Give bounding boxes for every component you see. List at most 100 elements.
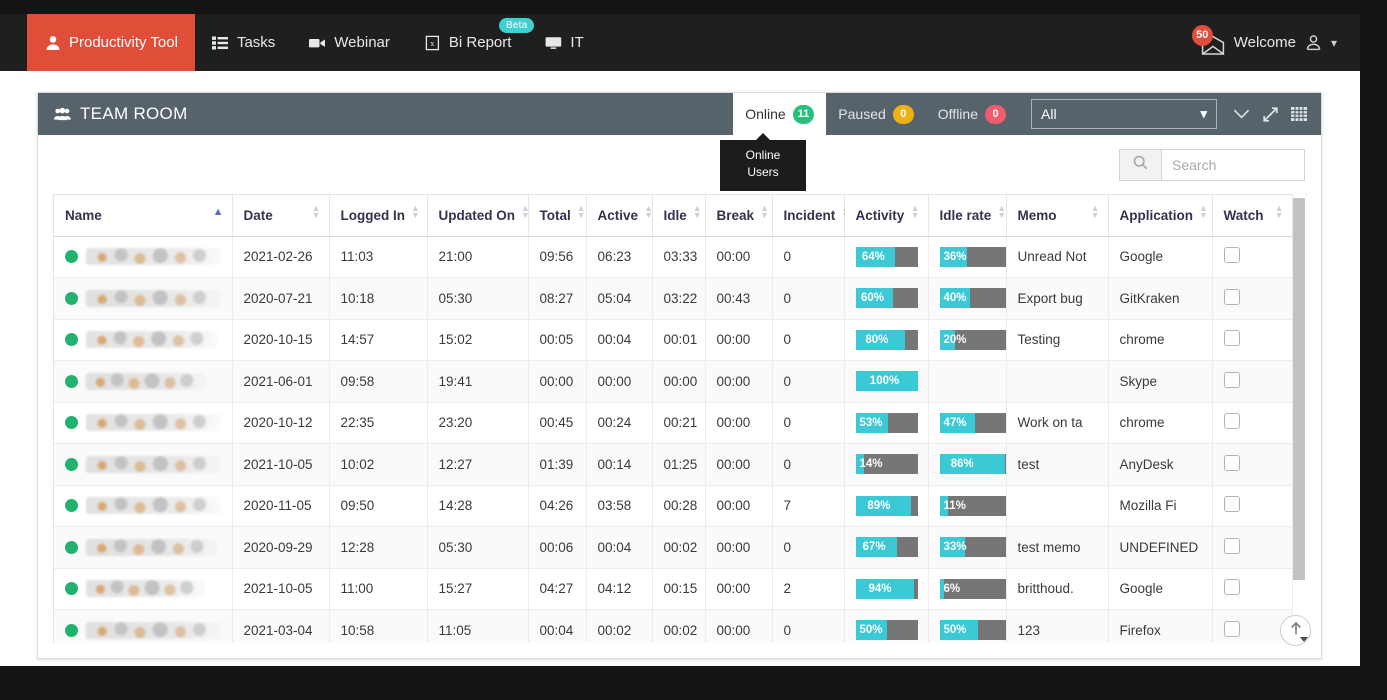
cell-total: 04:27 (528, 568, 587, 610)
cell-idle-rate: 20% (928, 319, 1007, 361)
watch-checkbox[interactable] (1223, 496, 1240, 513)
watch-checkbox[interactable] (1223, 288, 1240, 305)
column-header-total[interactable]: Total ▲ ▼ (528, 195, 587, 237)
collapse-chevron-icon[interactable] (1233, 108, 1250, 120)
cell-date: 2020-10-15 (232, 319, 330, 361)
cell-activity: 94% (844, 568, 929, 610)
column-header-memo[interactable]: Memo ▲ ▼ (1006, 195, 1109, 237)
cell-break: 00:00 (705, 402, 773, 444)
cell-activity-bar: 89% (855, 495, 918, 516)
watch-checkbox[interactable] (1223, 454, 1240, 471)
cell-idle: 00:02 (652, 526, 706, 569)
cell-idle-rate: 86% (928, 443, 1007, 486)
cell-name (54, 402, 233, 444)
cell-logged-in: 10:58 (329, 609, 428, 643)
cell-updated-on: 14:28 (427, 485, 529, 527)
cell-break: 00:43 (705, 277, 773, 320)
column-header-watch[interactable]: Watch ▲ ▼ (1212, 195, 1293, 237)
caret-down-mini-icon (1300, 637, 1308, 642)
table-row[interactable]: 2021-06-01 09:58 19:41 00:00 00:00 00:00 00:00… (54, 360, 1293, 403)
cell-activity: 100% (844, 360, 929, 403)
group-filter-select[interactable]: All ▾ (1031, 99, 1217, 129)
table-toolbar (38, 135, 1321, 194)
column-header-incident[interactable]: Incident ▲▼ (772, 195, 850, 237)
cell-activity: 67% (844, 526, 929, 569)
account-avatar-icon[interactable] (1305, 34, 1322, 51)
grid-view-icon[interactable] (1291, 107, 1307, 121)
cell-idle-rate-bar: 20% (939, 329, 1005, 350)
team-table-scroll-area[interactable]: Name ▲ Date ▲▼ Logged In ▲▼ Updated On (53, 194, 1308, 643)
bar-label: 11% (943, 499, 966, 512)
cell-logged-in: 10:02 (329, 443, 428, 486)
user-icon (44, 34, 61, 51)
cell-incident: 0 (772, 402, 845, 444)
top-navbar: Productivity Tool Tasks Webinar x Bi Rep… (0, 14, 1360, 80)
watch-checkbox[interactable] (1223, 620, 1240, 637)
status-tab-online[interactable]: Online 11 (733, 93, 827, 143)
cell-activity: 80% (844, 319, 929, 361)
bar-label: 86% (950, 458, 974, 471)
watch-checkbox[interactable] (1223, 579, 1240, 596)
search-input[interactable] (1161, 148, 1305, 181)
table-row[interactable]: 2021-02-26 11:03 21:00 09:56 06:23 03:33 00:00… (54, 236, 1293, 278)
column-header-activity[interactable]: Activity ▲ ▼ (844, 195, 929, 237)
table-row[interactable]: 2020-10-12 22:35 23:20 00:45 00:24 00:21 00:00… (54, 402, 1293, 444)
cell-updated-on: 19:41 (427, 360, 529, 403)
cell-idle: 01:25 (652, 443, 706, 486)
watch-checkbox[interactable] (1223, 537, 1240, 554)
table-row[interactable]: 2021-10-05 11:00 15:27 04:27 04:12 00:15 00:00… (54, 568, 1293, 610)
column-label: Total (539, 207, 571, 223)
cell-active: 00:00 (586, 360, 653, 403)
column-header-logged-in[interactable]: Logged In ▲ ▼ (329, 195, 428, 237)
table-row[interactable]: 2020-10-15 14:57 15:02 00:05 00:04 00:01 00:00… (54, 319, 1293, 361)
cell-idle: 00:01 (652, 319, 706, 361)
status-tab-paused[interactable]: Paused 0 (826, 93, 925, 135)
watch-checkbox[interactable] (1223, 371, 1240, 388)
svg-text:x: x (430, 39, 434, 48)
cell-activity: 53% (844, 402, 929, 444)
nav-tab-bi-report[interactable]: x Bi Report Beta (407, 14, 535, 71)
nav-tab-productivity-tool[interactable]: Productivity Tool (27, 14, 195, 80)
nav-tab-it[interactable]: IT (528, 14, 600, 71)
cell-break: 00:00 (705, 526, 773, 569)
column-header-active[interactable]: Active ▲ ▼ (586, 195, 653, 237)
nav-tab-webinar[interactable]: Webinar (292, 14, 407, 71)
column-header-idle-rate[interactable]: Idle rate ▲ ▼ (928, 195, 1007, 237)
table-row[interactable]: 2021-10-05 10:02 12:27 01:39 00:14 01:25 00:00… (54, 443, 1293, 486)
redacted-user-name (86, 414, 221, 432)
column-header-break[interactable]: Break ▲ ▼ (705, 195, 773, 237)
scroll-to-top-button[interactable] (1280, 615, 1311, 646)
column-label: Activity (855, 207, 905, 223)
search-button[interactable] (1119, 148, 1161, 181)
column-header-idle[interactable]: Idle ▲ ▼ (652, 195, 706, 237)
cell-memo: test (1006, 443, 1109, 486)
cell-date: 2021-03-04 (232, 609, 330, 643)
expand-fullscreen-icon[interactable] (1263, 106, 1278, 122)
nav-tab-tasks[interactable]: Tasks (195, 14, 292, 71)
table-row[interactable]: 2020-11-05 09:50 14:28 04:26 03:58 00:28 00:00… (54, 485, 1293, 527)
watch-checkbox[interactable] (1223, 247, 1240, 264)
column-header-date[interactable]: Date ▲ ▼ (232, 195, 330, 237)
cell-application: GitKraken (1108, 277, 1213, 320)
cell-active: 00:04 (586, 526, 653, 569)
cell-total: 01:39 (528, 443, 587, 486)
bar-label: 80% (865, 333, 889, 346)
nav-tab-label: Bi Report (448, 34, 512, 51)
status-tab-offline[interactable]: Offline 0 (926, 93, 1018, 135)
column-header-name[interactable]: Name ▲ (54, 195, 233, 237)
scrollbar-thumb[interactable] (1293, 198, 1305, 580)
table-row[interactable]: 2020-07-21 10:18 05:30 08:27 05:04 03:22 00:43… (54, 277, 1293, 320)
sort-icon: ▲▼ (910, 203, 920, 221)
watch-checkbox[interactable] (1223, 413, 1240, 430)
chevron-down-icon[interactable]: ▾ (1331, 36, 1337, 50)
cell-active: 00:04 (586, 319, 653, 361)
watch-checkbox[interactable] (1223, 330, 1240, 347)
cell-memo: Export bug (1006, 277, 1109, 320)
table-vertical-scrollbar[interactable] (1293, 194, 1305, 643)
column-header-updated-on[interactable]: Updated On ▲ ▼ (427, 195, 530, 237)
sort-icon: ▲▼ (644, 203, 653, 221)
table-row[interactable]: 2021-03-04 10:58 11:05 00:04 00:02 00:02 00:00… (54, 609, 1293, 643)
table-row[interactable]: 2020-09-29 12:28 05:30 00:06 00:04 00:02 00:00… (54, 526, 1293, 569)
messages-button[interactable]: 50 (1191, 24, 1225, 57)
column-header-application[interactable]: Application ▲ ▼ (1108, 195, 1213, 237)
